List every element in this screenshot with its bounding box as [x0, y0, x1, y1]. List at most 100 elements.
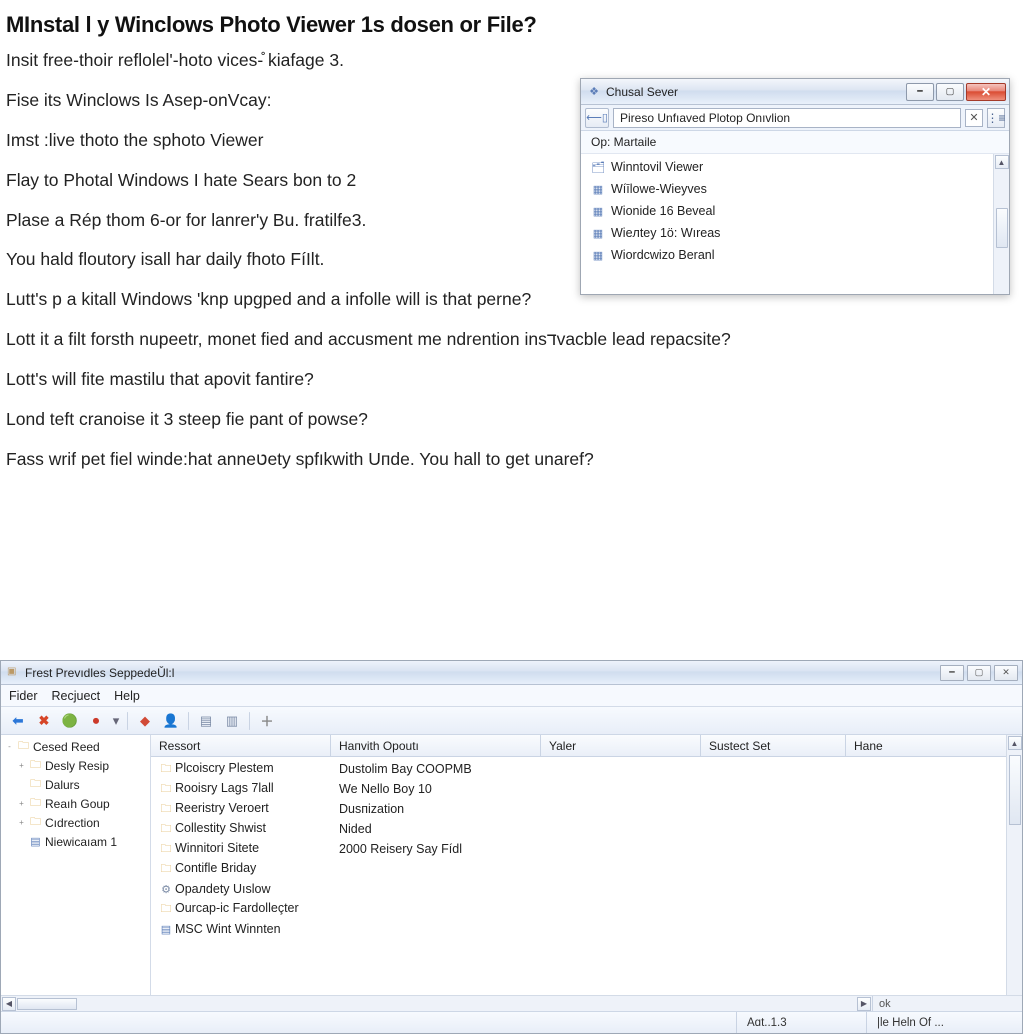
list-item-label: Wiordcwizo Beranl: [611, 248, 715, 262]
dialog-address-bar: ⟵▯ Pireso Unfıaved Plotop Onıvlion ✕ ⋮≡: [581, 105, 1009, 131]
folder-icon: 🗀: [17, 737, 30, 756]
table-row[interactable]: 🗀Winnitori Sitete2000 Reisery Say Fídl: [151, 839, 1022, 859]
column-header[interactable]: Ressort: [151, 735, 331, 756]
file-view: Ressort Haпvith Opoutı Yaler Sustect Set…: [151, 735, 1022, 995]
scroll-up-icon[interactable]: ▲: [995, 155, 1009, 169]
table-row[interactable]: 🗀Plcoiscry PlestemDustolim Bay COOPMB: [151, 759, 1022, 779]
minimize-button[interactable]: ━: [940, 665, 964, 681]
scroll-thumb[interactable]: [1009, 755, 1021, 825]
status-cell: [7, 1012, 736, 1033]
tree-item[interactable]: +🗀Cıdrection: [5, 813, 150, 832]
para: Fass wrif pet fiel winde:hat anneטety sp…: [6, 449, 1006, 471]
vertical-scrollbar[interactable]: ▲: [1006, 735, 1022, 995]
folder-icon: 🗀: [29, 794, 42, 813]
scroll-right-icon[interactable]: ▶: [857, 997, 871, 1011]
open-with-dialog: ❖ Chusal Sever ━ ▢ ✕ ⟵▯ Pireso Unfıaved …: [580, 78, 1010, 295]
window-icon: ▦: [591, 182, 605, 196]
menu-item[interactable]: Fider: [9, 689, 37, 703]
path-text: Pireso Unfıaved Plotop Onıvlion: [620, 111, 790, 125]
back-button[interactable]: ⟵▯: [585, 108, 609, 128]
explorer-title: Frest Prevıdles SeppedeǓl:l: [25, 666, 940, 680]
tree-item[interactable]: +🗀Desly Resip: [5, 756, 150, 775]
tree-item[interactable]: +🗀Reaıh Goup: [5, 794, 150, 813]
explorer-window: ▣ Frest Prevıdles SeppedeǓl:l ━ ▢ ✕ Fide…: [0, 660, 1023, 1034]
add-icon[interactable]: ＋: [256, 710, 278, 732]
column-header[interactable]: Sustect Set: [701, 735, 846, 756]
tree-label: Cesed Reed: [33, 740, 100, 754]
column-header[interactable]: Haпvith Opoutı: [331, 735, 541, 756]
maximize-button[interactable]: ▢: [967, 665, 991, 681]
folder-icon: 🗀: [29, 775, 42, 794]
row-icon: 🗀: [159, 780, 173, 799]
scroll-track[interactable]: [17, 997, 856, 1011]
table-row[interactable]: 🗀Ourcap‑ic Fardolleçter: [151, 899, 1022, 919]
dialog-scrollbar[interactable]: ▲: [993, 154, 1009, 294]
table-row[interactable]: 🗀Reeristry VeroertDusпization: [151, 799, 1022, 819]
view-icon[interactable]: ▤: [195, 710, 217, 732]
list-item-label: Wíīlowe‑Wieyves: [611, 182, 707, 196]
tree-item[interactable]: ▤Niewicaıam 1: [5, 832, 150, 851]
tree-item[interactable]: -🗀Cesed Reed: [5, 737, 150, 756]
caret-icon: -: [5, 742, 14, 751]
record-icon[interactable]: ⏺: [85, 710, 107, 732]
toolbar: ⬅ ✖ 🟢 ⏺ ▾ ◆ 👤 ▤ ▥ ＋: [1, 707, 1022, 735]
minimize-button[interactable]: ━: [906, 83, 934, 101]
list-item[interactable]: ▦Wieлtey 1ö: Wıreas: [591, 222, 1009, 244]
program-list: 🗂Winntovil Viewer ▦Wíīlowe‑Wieyves ▦Wion…: [581, 154, 1009, 268]
close-button[interactable]: ✕: [994, 665, 1018, 681]
status-bar: Aɑt..1.3 |le Heln Of ...: [1, 1011, 1022, 1033]
app-icon: ❖: [587, 85, 601, 99]
article-title: MInstal l y Winclows Photo Viewer 1s dos…: [6, 12, 1006, 38]
table-row[interactable]: ⚙Opaлdety Uıslow: [151, 879, 1022, 899]
window-icon: ▦: [591, 226, 605, 240]
list-item[interactable]: 🗂Winntovil Viewer: [591, 156, 1009, 178]
column-header[interactable]: Hane: [846, 735, 1022, 756]
list-item[interactable]: ▦ Wiordcwizo Beranl: [591, 244, 1009, 266]
para: Lott it a filt forsth nupeetr, monet fie…: [6, 329, 1006, 351]
file-icon: ▤: [29, 835, 42, 848]
app-icon: ▣: [7, 666, 21, 680]
caret-icon: +: [17, 799, 26, 808]
hscroll-gap: ok: [872, 996, 1022, 1011]
menu-item[interactable]: Help: [114, 689, 140, 703]
row-icon: 🗀: [159, 800, 173, 819]
path-field[interactable]: Pireso Unfıaved Plotop Onıvlion: [613, 108, 961, 128]
user-icon[interactable]: 👤: [160, 710, 182, 732]
scroll-thumb[interactable]: [996, 208, 1008, 248]
menu-item[interactable]: Recjuect: [51, 689, 100, 703]
tree-label: Niewicaıam 1: [45, 835, 117, 849]
stop-icon[interactable]: ✖: [33, 710, 55, 732]
table-row[interactable]: ▤MSC Wint Winnten: [151, 919, 1022, 939]
search-toggle[interactable]: ⋮≡: [987, 108, 1005, 128]
horizontal-scrollbar[interactable]: ◀ ▶ ok: [1, 995, 1022, 1011]
dialog-titlebar[interactable]: ❖ Chusal Sever ━ ▢ ✕: [581, 79, 1009, 105]
column-header[interactable]: Yaler: [541, 735, 701, 756]
column-headers: Ressort Haпvith Opoutı Yaler Sustect Set…: [151, 735, 1022, 757]
tag-icon[interactable]: ◆: [134, 710, 156, 732]
status-cell: Aɑt..1.3: [736, 1012, 866, 1033]
table-row[interactable]: 🗀Contifle Briday: [151, 859, 1022, 879]
window-icon: ▦: [591, 248, 605, 262]
tree-item[interactable]: 🗀Dalurs: [5, 775, 150, 794]
row-icon: 🗀: [159, 840, 173, 859]
clear-path-button[interactable]: ✕: [965, 109, 983, 127]
dropdown-icon[interactable]: ▾: [111, 710, 121, 732]
scroll-left-icon[interactable]: ◀: [2, 997, 16, 1011]
dialog-title: Chusal Sever: [606, 85, 906, 99]
close-button[interactable]: ✕: [966, 83, 1006, 101]
row-icon: ⚙: [159, 883, 173, 896]
table-row[interactable]: 🗀Rooisry Lags 7lallWe Nello Boy 10: [151, 779, 1022, 799]
scroll-up-icon[interactable]: ▲: [1008, 736, 1022, 750]
list-item[interactable]: ▦ Wíīlowe‑Wieyves: [591, 178, 1009, 200]
refresh-icon[interactable]: 🟢: [59, 710, 81, 732]
view2-icon[interactable]: ▥: [221, 710, 243, 732]
explorer-titlebar[interactable]: ▣ Frest Prevıdles SeppedeǓl:l ━ ▢ ✕: [1, 661, 1022, 685]
scroll-thumb[interactable]: [17, 998, 77, 1010]
caret-icon: +: [17, 818, 26, 827]
list-item[interactable]: ▦Wionide 16 Beveal: [591, 200, 1009, 222]
row-icon: 🗀: [159, 900, 173, 919]
maximize-button[interactable]: ▢: [936, 83, 964, 101]
table-row[interactable]: 🗀Collestity ShwistNided: [151, 819, 1022, 839]
list-item-label: Wionide 16 Beveal: [611, 204, 715, 218]
back-icon[interactable]: ⬅: [7, 710, 29, 732]
